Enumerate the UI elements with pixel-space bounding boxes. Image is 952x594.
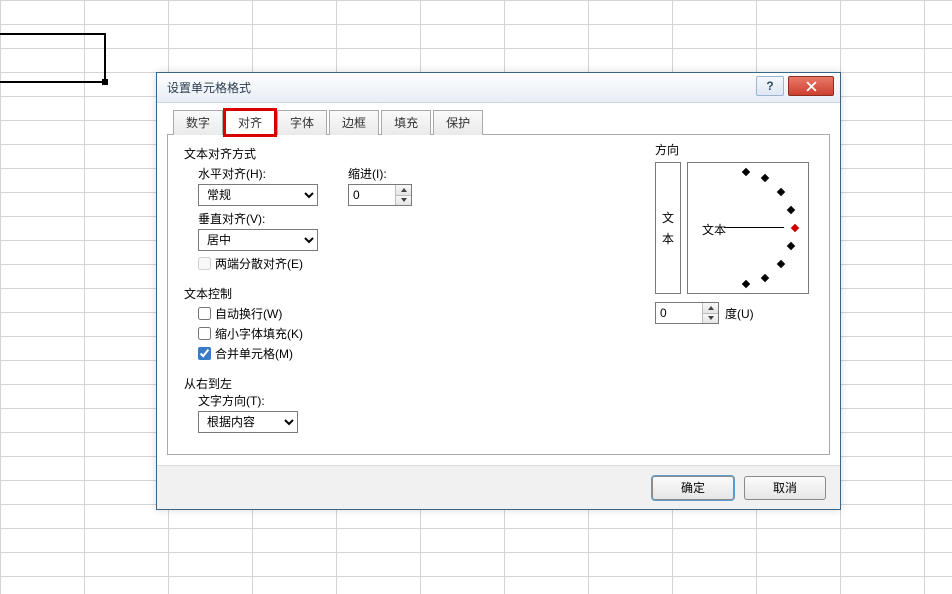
h-align-select[interactable]: 常规 [198,184,318,206]
dial-marker [787,206,795,214]
text-direction-select[interactable]: 根据内容 [198,411,298,433]
chevron-up-icon [708,306,714,310]
group-label-text-alignment: 文本对齐方式 [184,145,256,162]
tab-strip: 数字 对齐 字体 边框 填充 保护 [173,109,830,134]
vertical-text-button[interactable]: 文 本 [655,162,681,294]
dial-marker-active [791,224,799,232]
format-cells-dialog: 设置单元格格式 ? 数字 对齐 字体 边框 填充 保护 文本对齐方式 水平对齐(… [156,72,841,510]
shrink-fit-checkbox[interactable] [198,327,211,340]
degree-down-button[interactable] [703,314,718,324]
v-align-label: 垂直对齐(V): [198,210,318,227]
justify-distributed-checkbox [198,257,211,270]
group-orientation: 方向 文 本 文本 [655,141,813,324]
selected-cell-outline [0,33,106,83]
chevron-down-icon [708,316,714,320]
wrap-text-label: 自动换行(W) [215,305,282,322]
indent-spinner[interactable] [348,184,412,206]
dial-marker [761,174,769,182]
dialog-title: 设置单元格格式 [167,79,251,96]
tab-number[interactable]: 数字 [173,110,223,135]
dial-indicator-line [724,227,784,228]
tab-font[interactable]: 字体 [277,110,327,135]
help-button[interactable]: ? [756,76,784,96]
indent-up-button[interactable] [396,185,411,196]
wrap-text-checkbox[interactable] [198,307,211,320]
dialog-footer: 确定 取消 [157,465,840,509]
group-label-orientation: 方向 [655,141,813,158]
dial-text-label: 文本 [702,221,726,238]
shrink-fit-label: 缩小字体填充(K) [215,325,303,342]
vertical-text-char: 本 [662,230,674,247]
orientation-dial[interactable]: 文本 [687,162,809,294]
indent-input[interactable] [349,185,395,205]
indent-label: 缩进(I): [348,165,412,182]
dial-marker [742,168,750,176]
dial-marker [787,242,795,250]
close-button[interactable] [788,76,834,96]
group-right-to-left: 从右到左 文字方向(T): 根据内容 [184,375,813,433]
group-label-text-control: 文本控制 [184,285,232,302]
tab-fill[interactable]: 填充 [381,110,431,135]
tab-protection[interactable]: 保护 [433,110,483,135]
tab-content: 文本对齐方式 水平对齐(H): 常规 缩进(I): [167,134,830,455]
degree-input[interactable] [656,303,702,323]
justify-distributed-label: 两端分散对齐(E) [215,255,303,272]
cancel-button[interactable]: 取消 [744,476,826,500]
vertical-text-char: 文 [662,209,674,226]
dial-marker [777,260,785,268]
indent-down-button[interactable] [396,196,411,206]
dial-marker [742,280,750,288]
dial-marker [761,274,769,282]
tab-border[interactable]: 边框 [329,110,379,135]
merge-cells-label: 合并单元格(M) [215,345,293,362]
v-align-select[interactable]: 居中 [198,229,318,251]
merge-cells-checkbox[interactable] [198,347,211,360]
ok-button[interactable]: 确定 [652,476,734,500]
chevron-up-icon [401,188,407,192]
degree-spinner[interactable] [655,302,719,324]
dialog-titlebar[interactable]: 设置单元格格式 ? [157,73,840,103]
tab-alignment[interactable]: 对齐 [225,110,275,135]
degree-label: 度(U) [725,305,754,322]
chevron-down-icon [401,198,407,202]
dial-marker [777,188,785,196]
text-direction-label: 文字方向(T): [198,392,813,409]
degree-up-button[interactable] [703,303,718,314]
h-align-label: 水平对齐(H): [198,165,318,182]
group-label-rtl: 从右到左 [184,375,232,392]
close-icon [806,81,817,92]
